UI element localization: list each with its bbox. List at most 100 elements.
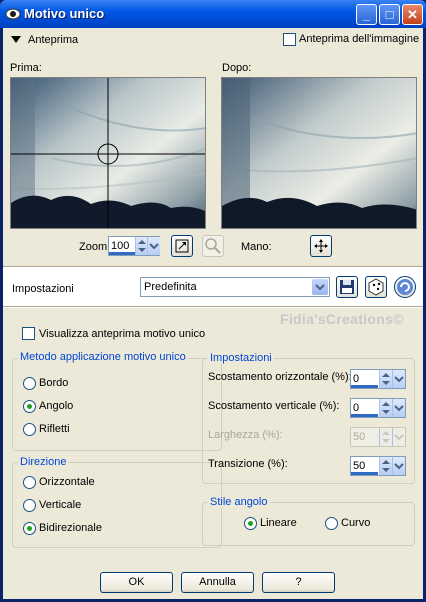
h-offset-spinner[interactable]: 0 [350, 369, 406, 389]
corner-curvo-radio[interactable] [325, 517, 338, 530]
method-bordo-label: Bordo [39, 377, 69, 389]
preview-toggle-label[interactable]: Anteprima [28, 34, 78, 46]
pan-button[interactable] [310, 235, 332, 257]
transition-value: 50 [353, 460, 366, 472]
floppy-disk-icon [340, 280, 354, 294]
up-down-arrows-icon [382, 431, 390, 443]
reset-arrow-icon [397, 279, 413, 295]
zoom-dropdown[interactable] [147, 237, 160, 255]
title-bar[interactable]: Motivo unico _ □ ✕ [0, 0, 426, 28]
method-rifletti-radio[interactable] [23, 423, 36, 436]
direction-orizzontale-label: Orizzontale [39, 476, 95, 488]
direction-group-title: Direzione [18, 456, 69, 468]
magnifier-icon [205, 238, 221, 254]
dice-icon [368, 278, 384, 296]
maximize-button[interactable]: □ [379, 4, 400, 25]
save-preset-button[interactable] [336, 276, 358, 298]
image-preview-checkbox[interactable] [283, 33, 296, 46]
chevron-down-icon [149, 243, 159, 250]
h-offset-dropdown[interactable] [392, 370, 405, 388]
zoom-spinner[interactable]: 100 [108, 236, 160, 256]
zoom-label: Zoom: [79, 241, 111, 253]
watermark-text: Fidia'sCreations© [280, 311, 404, 327]
chevron-down-icon [394, 463, 404, 470]
zoom-value-bar [109, 252, 135, 255]
h-offset-label: Scostamento orizzontale (%): [208, 371, 352, 383]
show-tile-preview-checkbox[interactable] [22, 327, 35, 340]
chevron-down-icon [315, 284, 325, 291]
before-image [11, 78, 205, 228]
dialog-window: Motivo unico _ □ ✕ Anteprima Anteprima d… [0, 0, 426, 602]
preset-select[interactable]: Predefinita [140, 277, 330, 297]
h-offset-value: 0 [353, 373, 360, 385]
v-offset-stepper[interactable] [379, 399, 392, 417]
corner-lineare-label: Lineare [260, 517, 297, 529]
direction-bidirezionale-label: Bidirezionale [39, 522, 102, 534]
pan-label: Mano: [241, 241, 272, 253]
corner-curvo-label: Curvo [341, 517, 371, 529]
method-group-title: Metodo applicazione motivo unico [18, 351, 188, 363]
transition-label: Transizione (%): [208, 458, 288, 470]
method-angolo-radio[interactable] [23, 400, 36, 413]
direction-orizzontale-radio[interactable] [23, 476, 36, 489]
zoom-fit-button[interactable] [171, 235, 193, 257]
width-value: 50 [353, 431, 366, 443]
h-offset-stepper[interactable] [379, 370, 392, 388]
width-label: Larghezza (%): [208, 429, 283, 441]
separator-2 [3, 306, 423, 308]
chevron-down-icon [394, 376, 404, 383]
before-preview[interactable] [10, 77, 206, 229]
zoom-magnifier-button[interactable] [202, 235, 224, 257]
direction-bidirezionale-radio[interactable] [23, 522, 36, 535]
width-dropdown[interactable] [392, 428, 405, 446]
preset-value: Predefinita [144, 281, 197, 293]
v-offset-bar [351, 414, 378, 417]
app-eye-icon [5, 8, 21, 20]
move-arrows-icon [314, 239, 328, 253]
before-label: Prima: [10, 62, 42, 74]
direction-verticale-radio[interactable] [23, 499, 36, 512]
up-down-arrows-icon [382, 460, 390, 472]
v-offset-label: Scostamento verticale (%): [208, 400, 340, 412]
after-image [222, 78, 416, 228]
v-offset-dropdown[interactable] [392, 399, 405, 417]
corner-style-group [202, 502, 415, 546]
corner-style-group-title: Stile angolo [208, 496, 270, 508]
settings-label: Impostazioni [12, 283, 74, 295]
transition-stepper[interactable] [379, 457, 392, 475]
transition-dropdown[interactable] [392, 457, 405, 475]
randomize-button[interactable] [365, 276, 387, 298]
up-down-arrows-icon [382, 402, 390, 414]
minimize-button[interactable]: _ [356, 4, 377, 25]
after-label: Dopo: [222, 62, 252, 74]
method-bordo-radio[interactable] [23, 377, 36, 390]
v-offset-value: 0 [353, 402, 360, 414]
close-button[interactable]: ✕ [402, 4, 423, 25]
direction-verticale-label: Verticale [39, 499, 82, 511]
chevron-down-icon [394, 434, 404, 441]
triangle-down-icon[interactable] [11, 36, 21, 44]
window-title: Motivo unico [24, 6, 105, 21]
ok-button[interactable]: OK [100, 572, 173, 593]
image-preview-label: Anteprima dell'immagine [299, 33, 420, 45]
width-spinner[interactable]: 50 [350, 427, 406, 447]
corner-lineare-radio[interactable] [244, 517, 257, 530]
show-tile-preview-label: Visualizza anteprima motivo unico [39, 328, 206, 340]
preset-dropdown-button[interactable] [312, 279, 328, 295]
chevron-down-icon [394, 405, 404, 412]
h-offset-bar [351, 385, 378, 388]
method-angolo-label: Angolo [39, 400, 74, 412]
reset-button[interactable] [394, 276, 416, 298]
transition-spinner[interactable]: 50 [350, 456, 406, 476]
v-offset-spinner[interactable]: 0 [350, 398, 406, 418]
transition-bar [351, 472, 378, 475]
fit-window-icon [175, 239, 189, 253]
after-preview [221, 77, 417, 229]
up-down-arrows-icon [382, 373, 390, 385]
cancel-button[interactable]: Annulla [181, 572, 254, 593]
dialog-client: Anteprima Anteprima dell'immagine Prima:… [3, 28, 423, 599]
zoom-value: 100 [111, 240, 130, 252]
width-stepper[interactable] [379, 428, 392, 446]
help-button[interactable]: ? [262, 572, 335, 593]
params-group-title: Impostazioni [208, 352, 274, 364]
